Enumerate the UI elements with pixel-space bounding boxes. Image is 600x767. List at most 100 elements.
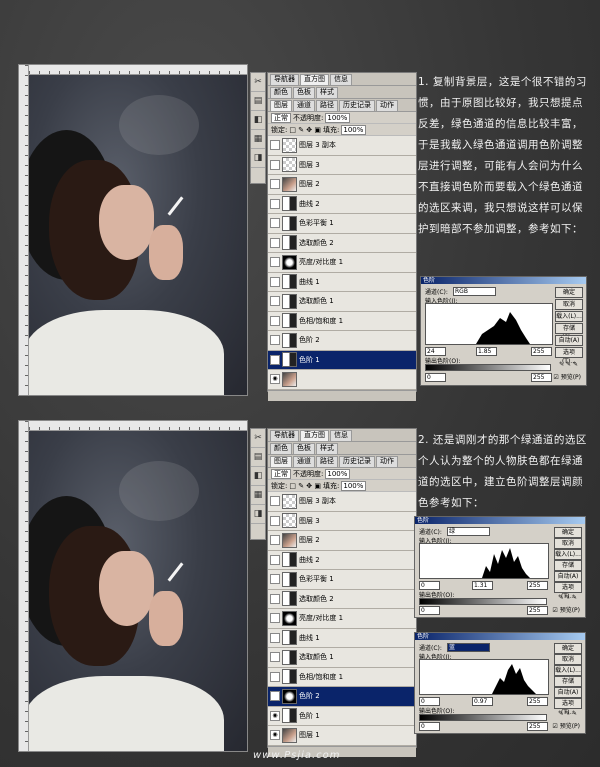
tool-icon[interactable]: ✂ xyxy=(251,73,265,92)
tab-layers[interactable]: 图层 xyxy=(270,456,292,467)
visibility-eye-icon[interactable] xyxy=(270,593,280,604)
ok-button[interactable]: 确定 xyxy=(554,643,582,654)
layer-row[interactable]: 曲线 1 xyxy=(268,272,416,292)
save-button[interactable]: 存储(S)... xyxy=(554,676,582,694)
layer-row[interactable]: 选取颜色 2 xyxy=(268,233,416,253)
tab-info[interactable]: 信息 xyxy=(330,74,352,85)
visibility-eye-icon[interactable] xyxy=(270,515,280,526)
tab-styles[interactable]: 样式 xyxy=(316,87,338,98)
channel-select[interactable]: 绿 xyxy=(447,527,490,536)
visibility-eye-icon[interactable] xyxy=(270,535,280,546)
tool-icon[interactable]: ◨ xyxy=(251,149,265,168)
layer-row[interactable]: 图层 3 副本 xyxy=(268,492,416,512)
layer-row[interactable]: ◉ xyxy=(268,370,416,390)
visibility-eye-icon[interactable] xyxy=(270,179,280,190)
lock-icons[interactable]: □ ✎ ✥ ▣ xyxy=(289,482,321,490)
tab-histogram[interactable]: 直方图 xyxy=(300,430,329,441)
fill-input[interactable]: 100% xyxy=(341,480,367,491)
visibility-eye-icon[interactable] xyxy=(270,159,280,170)
lock-icons[interactable]: □ ✎ ✥ ▣ xyxy=(289,126,321,134)
layer-row[interactable]: 图层 2 xyxy=(268,175,416,195)
tool-icon[interactable]: ▦ xyxy=(251,486,265,505)
tab-history[interactable]: 历史记录 xyxy=(339,100,375,111)
options-button[interactable]: 选项(T)... xyxy=(554,698,582,716)
visibility-eye-icon[interactable]: ◉ xyxy=(270,374,280,385)
visibility-eye-icon[interactable]: ◉ xyxy=(270,691,280,702)
blend-mode-select[interactable]: 正常 xyxy=(271,112,291,123)
tab-navigator[interactable]: 导航器 xyxy=(270,430,299,441)
tab-color[interactable]: 颜色 xyxy=(270,443,292,454)
tab-navigator[interactable]: 导航器 xyxy=(270,74,299,85)
opacity-input[interactable]: 100% xyxy=(325,112,351,123)
load-button[interactable]: 载入(L)... xyxy=(555,311,583,322)
tab-info[interactable]: 信息 xyxy=(330,430,352,441)
output-white[interactable]: 255 xyxy=(527,606,548,615)
tool-icon[interactable]: ▤ xyxy=(251,448,265,467)
tab-actions[interactable]: 动作 xyxy=(376,100,398,111)
visibility-eye-icon[interactable] xyxy=(270,198,280,209)
layer-row[interactable]: 图层 3 xyxy=(268,511,416,531)
preview-checkbox[interactable]: ☑ 预览(P) xyxy=(552,605,580,614)
options-button[interactable]: 选项(T)... xyxy=(555,347,583,365)
opacity-input[interactable]: 100% xyxy=(325,468,351,479)
tool-icon[interactable]: ▤ xyxy=(251,92,265,111)
visibility-eye-icon[interactable] xyxy=(270,315,280,326)
visibility-eye-icon[interactable] xyxy=(270,140,280,151)
visibility-eye-icon[interactable]: ◉ xyxy=(270,710,280,721)
blend-mode-select[interactable]: 正常 xyxy=(271,468,291,479)
layer-row[interactable]: 图层 2 xyxy=(268,531,416,551)
ok-button[interactable]: 确定 xyxy=(554,527,582,538)
tab-styles[interactable]: 样式 xyxy=(316,443,338,454)
layer-row[interactable]: 选取颜色 2 xyxy=(268,589,416,609)
layer-row[interactable]: 曲线 1 xyxy=(268,628,416,648)
tool-icon[interactable]: ◧ xyxy=(251,111,265,130)
load-button[interactable]: 载入(L)... xyxy=(554,665,582,676)
input-black[interactable]: 0 xyxy=(419,581,440,590)
layer-row[interactable]: ◉ 色阶 2 xyxy=(268,687,416,707)
layer-row[interactable]: 图层 3 xyxy=(268,155,416,175)
visibility-eye-icon[interactable]: ◉ xyxy=(270,354,280,365)
tab-actions[interactable]: 动作 xyxy=(376,456,398,467)
document-canvas[interactable] xyxy=(18,64,248,396)
output-white[interactable]: 255 xyxy=(527,722,548,731)
cancel-button[interactable]: 取消 xyxy=(554,654,582,665)
layer-row[interactable]: 亮度/对比度 1 xyxy=(268,253,416,273)
visibility-eye-icon[interactable] xyxy=(270,613,280,624)
visibility-eye-icon[interactable] xyxy=(270,671,280,682)
save-button[interactable]: 存储(S)... xyxy=(554,560,582,578)
tab-history[interactable]: 历史记录 xyxy=(339,456,375,467)
cancel-button[interactable]: 取消 xyxy=(555,299,583,310)
tab-swatches[interactable]: 色板 xyxy=(293,87,315,98)
tool-icon[interactable]: ▦ xyxy=(251,130,265,149)
channel-select[interactable]: 蓝 xyxy=(447,643,490,652)
visibility-eye-icon[interactable] xyxy=(270,632,280,643)
layer-row[interactable]: ◉ 色阶 1 xyxy=(268,706,416,726)
tool-icon[interactable]: ◧ xyxy=(251,467,265,486)
channel-select[interactable]: RGB xyxy=(453,287,496,296)
preview-checkbox[interactable]: ☑ 预览(P) xyxy=(553,372,581,381)
layer-row[interactable]: ◉ 色阶 1 xyxy=(268,350,416,370)
layer-row[interactable]: 色相/饱和度 1 xyxy=(268,311,416,331)
input-white[interactable]: 255 xyxy=(527,697,548,706)
visibility-eye-icon[interactable] xyxy=(270,335,280,346)
output-black[interactable]: 0 xyxy=(419,606,440,615)
document-canvas[interactable] xyxy=(18,420,248,752)
tab-swatches[interactable]: 色板 xyxy=(293,443,315,454)
options-button[interactable]: 选项(T)... xyxy=(554,582,582,600)
tab-paths[interactable]: 路径 xyxy=(316,100,338,111)
save-button[interactable]: 存储(S)... xyxy=(555,323,583,341)
auto-button[interactable]: 自动(A) xyxy=(554,687,582,698)
tab-paths[interactable]: 路径 xyxy=(316,456,338,467)
layer-row[interactable]: 色彩平衡 1 xyxy=(268,214,416,234)
visibility-eye-icon[interactable] xyxy=(270,276,280,287)
layer-row[interactable]: 曲线 2 xyxy=(268,550,416,570)
auto-button[interactable]: 自动(A) xyxy=(555,335,583,346)
visibility-eye-icon[interactable] xyxy=(270,496,280,507)
layer-row[interactable]: 选取颜色 1 xyxy=(268,292,416,312)
visibility-eye-icon[interactable] xyxy=(270,237,280,248)
visibility-eye-icon[interactable] xyxy=(270,652,280,663)
tab-histogram[interactable]: 直方图 xyxy=(300,74,329,85)
input-white[interactable]: 255 xyxy=(527,581,548,590)
input-gamma[interactable]: 1.85 xyxy=(476,347,497,356)
layer-row[interactable]: 选取颜色 1 xyxy=(268,648,416,668)
